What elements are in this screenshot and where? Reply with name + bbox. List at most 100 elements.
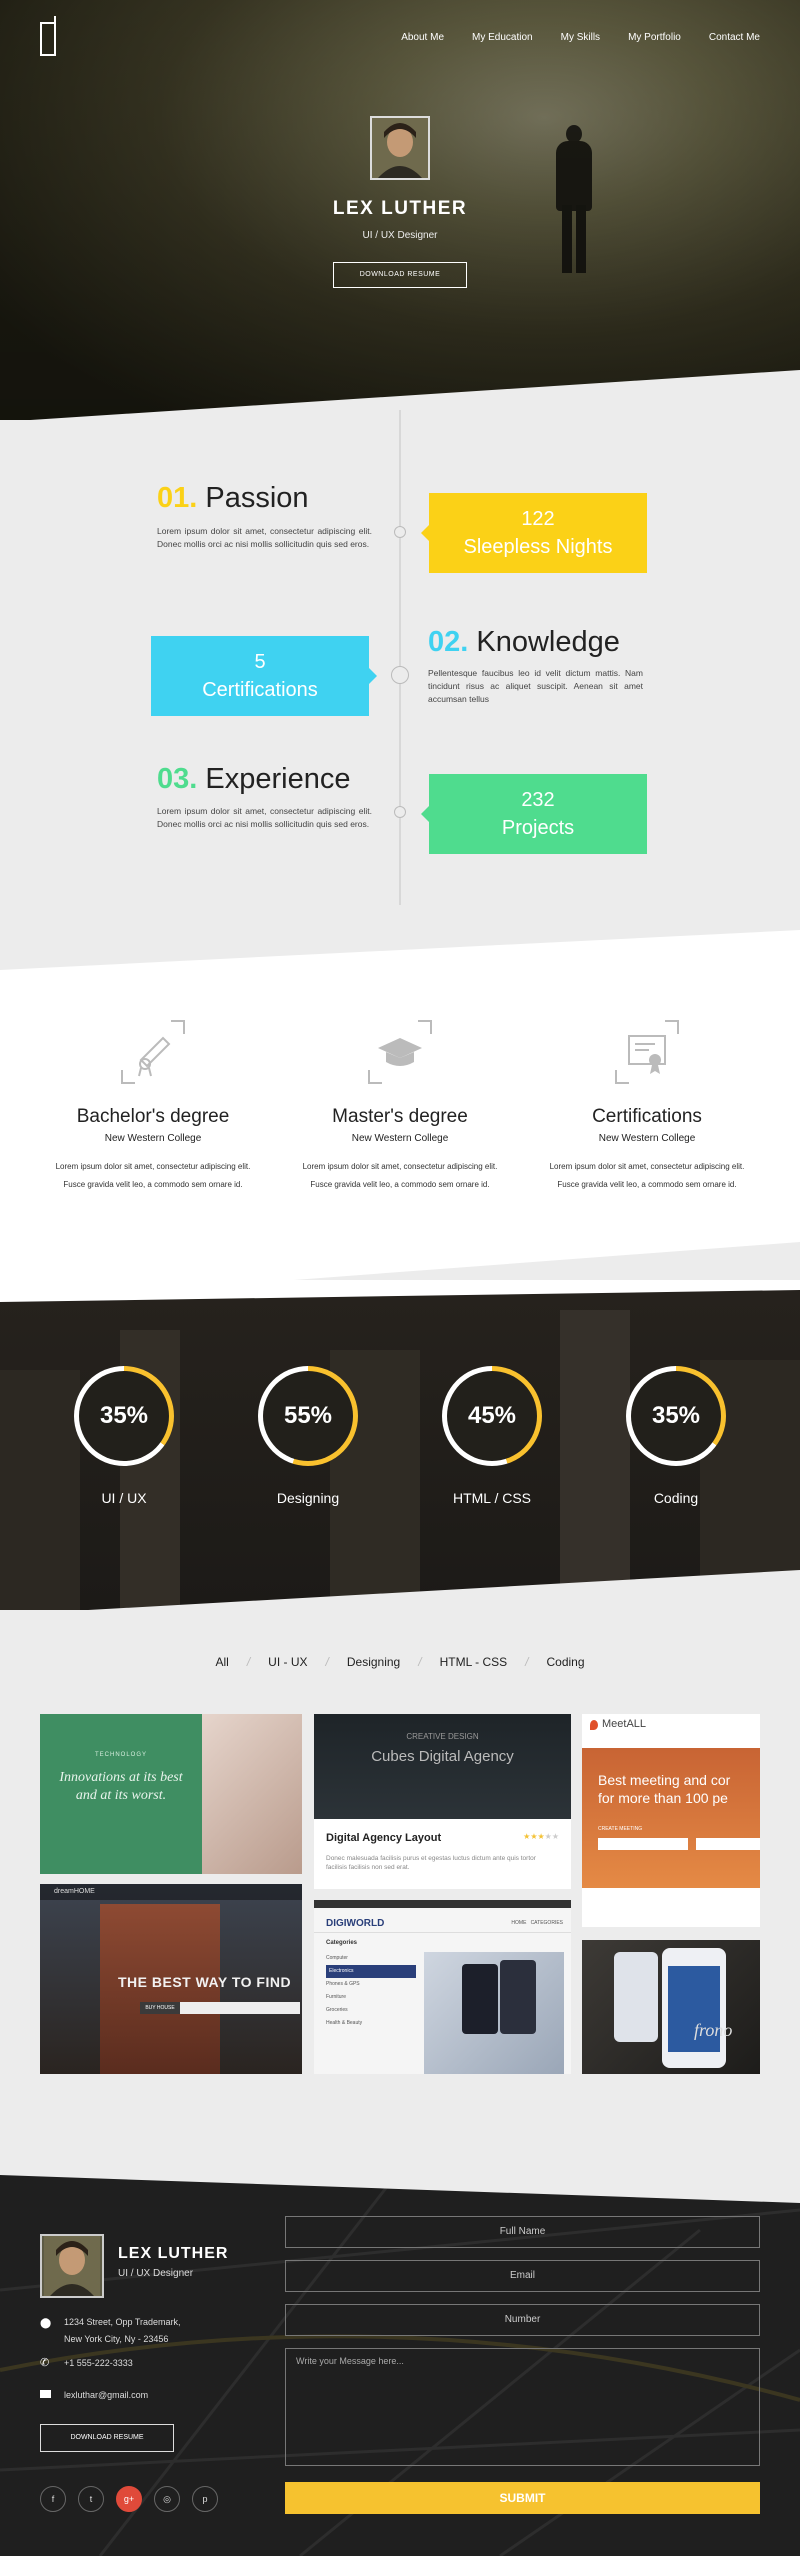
rating-stars: ★★★★★ bbox=[523, 1832, 559, 1841]
skill-ui-ux: 35% UI / UX bbox=[74, 1366, 174, 1506]
category-item: Health & Beauty bbox=[326, 2020, 363, 2026]
category-item: Furniture bbox=[326, 1994, 347, 2000]
filter-ui-ux[interactable]: UI - UX bbox=[268, 1655, 307, 1669]
address-line: 1234 Street, Opp Trademark, bbox=[64, 2317, 181, 2327]
submit-button[interactable]: SUBMIT bbox=[285, 2482, 760, 2514]
portfolio-brand: MeetALL bbox=[602, 1718, 647, 1730]
filter-separator: / bbox=[525, 1655, 529, 1669]
filter-separator: / bbox=[246, 1655, 251, 1669]
nav-contact[interactable]: Contact Me bbox=[709, 32, 760, 43]
skill-designing: 55% Designing bbox=[258, 1366, 358, 1506]
nav-education[interactable]: My Education bbox=[472, 32, 533, 43]
filter-all[interactable]: All bbox=[215, 1655, 228, 1669]
degree-title: Certifications bbox=[592, 1106, 702, 1127]
filter-separator: / bbox=[325, 1655, 329, 1669]
portfolio-card-title: Digital Agency Layout bbox=[326, 1832, 442, 1844]
timeline-number: 01. bbox=[157, 482, 198, 514]
skill-label: UI / UX bbox=[101, 1490, 147, 1506]
portfolio-nav: HOME CATEGORIES bbox=[511, 1920, 563, 1926]
timeline-line bbox=[399, 410, 401, 905]
phone-icon: ✆ bbox=[40, 2357, 50, 2369]
school-name: New Western College bbox=[104, 1133, 202, 1144]
stat-number: 232 bbox=[521, 789, 555, 811]
portfolio-item-digiworld[interactable]: DIGIWORLD HOME CATEGORIES Categories Com… bbox=[314, 1900, 571, 2074]
pinterest-icon[interactable]: p bbox=[192, 2486, 218, 2512]
timeline-number: 03. bbox=[157, 763, 198, 795]
skills-top-diagonal bbox=[0, 1280, 800, 1302]
facebook-icon[interactable]: f bbox=[40, 2486, 66, 2512]
degree-description: Lorem ipsum dolor sit amet, consectetur … bbox=[275, 1158, 525, 1194]
portfolio-item-frono[interactable]: frono bbox=[582, 1940, 760, 2074]
degree-description: Lorem ipsum dolor sit amet, consectetur … bbox=[28, 1158, 278, 1194]
portfolio-brand: dreamHOME bbox=[54, 1888, 95, 1895]
portfolio-headline: THE BEST WAY TO FIND bbox=[118, 1974, 292, 1990]
filter-html-css[interactable]: HTML - CSS bbox=[440, 1655, 508, 1669]
portfolio-filters: All / UI - UX / Designing / HTML - CSS /… bbox=[0, 1655, 800, 1669]
category-item: Computer bbox=[326, 1955, 348, 1961]
skill-percent: 35% bbox=[631, 1371, 721, 1461]
stat-box-projects: 232 Projects bbox=[421, 774, 647, 854]
education-masters: Master's degree New Western College Lore… bbox=[275, 1020, 525, 1194]
portfolio-headline: Innovations at its best bbox=[59, 1770, 183, 1785]
category-item: Electronics bbox=[326, 1965, 416, 1978]
email-field[interactable]: Email bbox=[285, 2260, 760, 2292]
skill-coding: 35% Coding bbox=[626, 1366, 726, 1506]
category-item: Groceries bbox=[326, 2007, 348, 2013]
timeline-heading-passion: 01. Passion bbox=[157, 482, 309, 515]
filter-designing[interactable]: Designing bbox=[347, 1655, 400, 1669]
twitter-icon[interactable]: t bbox=[78, 2486, 104, 2512]
address-line: New York City, Ny - 23456 bbox=[64, 2334, 169, 2344]
portfolio-item-technology[interactable]: TECHNOLOGY Innovations at its best and a… bbox=[40, 1714, 302, 1874]
description-line: Fusce gravida velit leo, a commodo sem o… bbox=[557, 1180, 737, 1189]
timeline-number: 02. bbox=[428, 626, 469, 658]
timeline-dot bbox=[391, 666, 409, 684]
timeline-text: Pellentesque faucibus leo id velit dictu… bbox=[428, 668, 643, 704]
portfolio-item-meetall[interactable]: MeetALL Best meeting and cor for more th… bbox=[582, 1714, 760, 1927]
skill-label: Coding bbox=[653, 1490, 699, 1506]
diploma-icon bbox=[121, 1020, 185, 1084]
google-plus-icon[interactable]: g+ bbox=[116, 2486, 142, 2512]
footer-name: LEX LUTHER bbox=[118, 2245, 229, 2262]
timeline-title: Knowledge bbox=[476, 626, 620, 658]
logo-icon[interactable] bbox=[40, 16, 56, 56]
graduation-cap-icon bbox=[368, 1020, 432, 1084]
school-name: New Western College bbox=[351, 1133, 449, 1144]
download-resume-button[interactable]: DOWNLOAD RESUME bbox=[333, 262, 467, 288]
education-bachelors: Bachelor's degree New Western College Lo… bbox=[28, 1020, 278, 1194]
skills-bottom-diagonal bbox=[0, 1570, 800, 1615]
degree-title: Master's degree bbox=[332, 1106, 468, 1127]
message-field[interactable]: Write your Message here... bbox=[285, 2348, 760, 2466]
footer-email[interactable]: lexluthar@gmail.com bbox=[64, 2390, 148, 2400]
timeline-dot bbox=[394, 526, 406, 538]
filter-coding[interactable]: Coding bbox=[546, 1655, 584, 1669]
skill-label: Designing bbox=[276, 1490, 340, 1506]
portfolio-item-dreamhome[interactable]: dreamHOME THE BEST WAY TO FIND BUY HOUSE bbox=[40, 1884, 302, 2074]
hero-name: LEX LUTHER bbox=[332, 198, 468, 219]
footer-diagonal bbox=[0, 2165, 800, 2203]
category-item: Phones & GPS bbox=[326, 1981, 360, 1987]
full-name-field[interactable]: Full Name bbox=[285, 2216, 760, 2248]
portfolio-tag: CREATIVE DESIGN bbox=[406, 1732, 479, 1741]
footer-address: 1234 Street, Opp Trademark, New York Cit… bbox=[64, 2314, 181, 2348]
description-line: Lorem ipsum dolor sit amet, consectetur … bbox=[549, 1162, 745, 1171]
nav-skills[interactable]: My Skills bbox=[561, 32, 600, 43]
avatar bbox=[370, 116, 430, 180]
nav-about[interactable]: About Me bbox=[401, 32, 444, 43]
timeline-text: Lorem ipsum dolor sit amet, consectetur … bbox=[157, 806, 372, 829]
dribbble-icon[interactable]: ◎ bbox=[154, 2486, 180, 2512]
footer-download-resume-button[interactable]: DOWNLOAD RESUME bbox=[40, 2424, 174, 2452]
stat-number: 122 bbox=[521, 508, 555, 530]
footer-role: UI / UX Designer bbox=[118, 2268, 194, 2279]
stat-number: 5 bbox=[254, 651, 266, 673]
certificate-icon bbox=[615, 1020, 679, 1084]
stat-label: Sleepless Nights bbox=[463, 536, 613, 558]
skill-label: HTML / CSS bbox=[452, 1490, 532, 1506]
number-field[interactable]: Number bbox=[285, 2304, 760, 2336]
portfolio-item-cubes[interactable]: CREATIVE DESIGN Cubes Digital Agency Dig… bbox=[314, 1714, 571, 1889]
skill-ring: 35% bbox=[626, 1366, 726, 1466]
location-icon: ⬤ bbox=[40, 2318, 52, 2329]
skill-percent: 35% bbox=[79, 1371, 169, 1461]
portfolio-title: Cubes Digital Agency bbox=[371, 1748, 514, 1765]
nav-portfolio[interactable]: My Portfolio bbox=[628, 32, 681, 43]
skill-html-css: 45% HTML / CSS bbox=[442, 1366, 542, 1506]
